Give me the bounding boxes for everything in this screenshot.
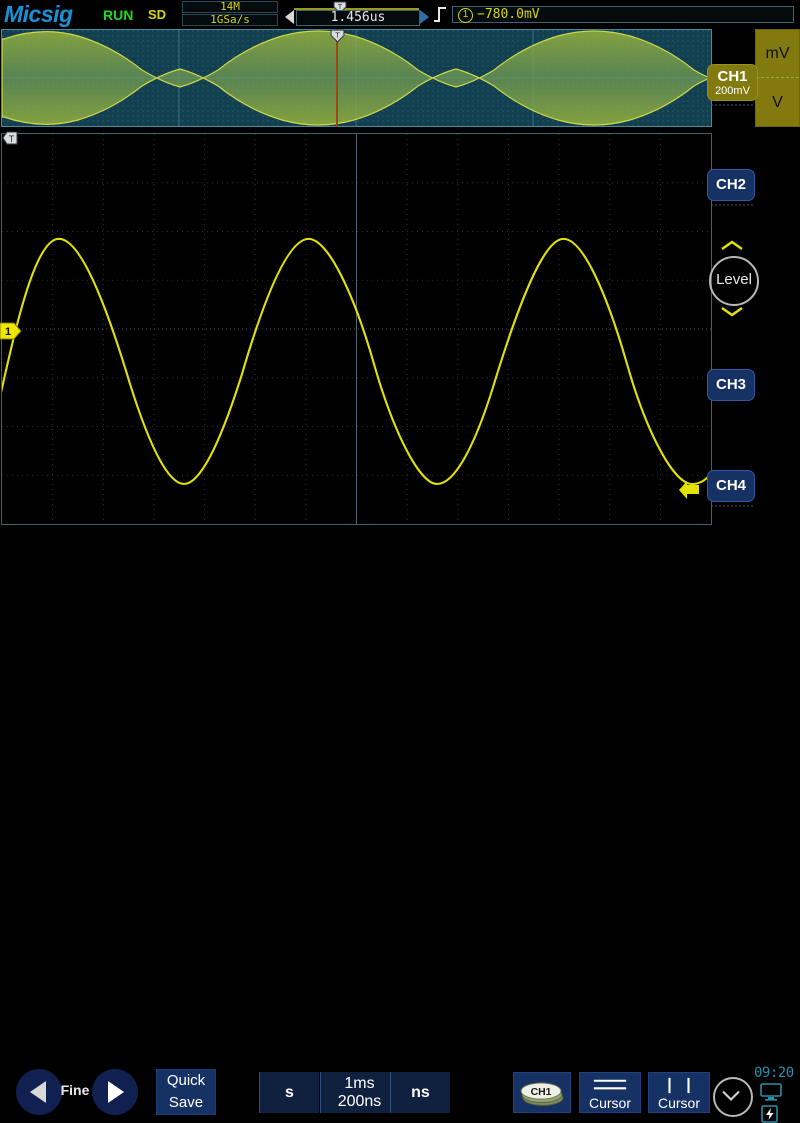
unit-selector-column[interactable]: mV V [755, 29, 800, 127]
brand-logo: Micsig [4, 1, 73, 28]
overview-waveform [2, 30, 711, 126]
svg-text:T: T [335, 31, 340, 40]
timebase-sub-value: 200ns [321, 1093, 398, 1111]
chevron-down-circle-icon [715, 1079, 747, 1111]
left-triangle-icon [16, 1069, 62, 1115]
ch2-divider [710, 204, 754, 206]
system-clock: 09:20 [754, 1065, 794, 1081]
monitor-icon[interactable] [760, 1083, 782, 1101]
vertical-cursor-label: Cursor [649, 1095, 709, 1111]
channel1-ground-marker[interactable]: 1 [0, 321, 22, 341]
rising-edge-icon[interactable] [432, 5, 448, 23]
prev-button[interactable] [16, 1069, 62, 1115]
unit-v-button[interactable]: V [756, 79, 799, 127]
trigger-level-knob[interactable]: Level [709, 256, 759, 306]
quick-save-button[interactable]: Quick Save [156, 1069, 216, 1115]
fine-label: Fine [57, 1082, 93, 1098]
grid-trigger-marker-icon[interactable]: T [2, 131, 18, 146]
memory-info-group[interactable]: 14M 1GSa/s [182, 1, 278, 27]
unit-mv-button[interactable]: mV [756, 30, 799, 78]
expand-menu-button[interactable] [713, 1077, 753, 1117]
ch1-divider [710, 104, 754, 106]
channel-button-ch2[interactable]: CH2 [707, 169, 755, 201]
svg-text:CH1: CH1 [531, 1087, 552, 1098]
timebase-unit-ns-button[interactable]: ns [390, 1072, 450, 1113]
chevron-down-icon[interactable] [720, 306, 744, 317]
channel-position-arrow-icon[interactable] [678, 481, 700, 501]
storage-label: SD [148, 7, 166, 22]
channel-button-ch3[interactable]: CH3 [707, 369, 755, 401]
horizontal-cursor-icon [580, 1076, 640, 1095]
time-position-value: 1.456us [296, 10, 420, 26]
horizontal-cursor-label: Cursor [580, 1095, 640, 1111]
right-triangle-icon [92, 1069, 138, 1115]
timebase-value-button[interactable]: 1ms 200ns [320, 1072, 398, 1113]
time-position-prev-button[interactable] [285, 10, 294, 24]
overview-trigger-line [336, 29, 338, 127]
oscilloscope-screen: Micsig RUN SD 14M 1GSa/s T 1.456us 1 −78… [0, 0, 800, 600]
battery-charging-icon[interactable] [760, 1105, 780, 1123]
trigger-level-box[interactable]: 1 −780.0mV [452, 6, 794, 23]
quick-save-line1: Quick [157, 1070, 215, 1092]
quick-save-line2: Save [157, 1092, 215, 1114]
top-status-bar: Micsig RUN SD 14M 1GSa/s T 1.456us 1 −78… [0, 0, 800, 28]
memory-depth-value: 14M [182, 1, 278, 13]
run-status: RUN [103, 7, 133, 23]
trigger-channel-number: 1 [458, 8, 473, 23]
waveform-plot [2, 134, 711, 524]
svg-text:1: 1 [5, 326, 11, 338]
next-button[interactable] [92, 1069, 138, 1115]
timebase-unit-s-button[interactable]: s [259, 1072, 319, 1113]
ch1-label: CH1 [708, 68, 757, 85]
channel-button-ch1[interactable]: CH1 200mV [707, 64, 758, 101]
ch4-divider [710, 505, 754, 507]
overview-trigger-marker-icon[interactable]: T [330, 29, 345, 43]
channel-stack-button[interactable]: CH1 [513, 1072, 571, 1113]
main-waveform-grid[interactable] [1, 133, 712, 525]
ch1-scale-value: 200mV [708, 85, 757, 97]
horizontal-cursor-button[interactable]: Cursor [579, 1072, 641, 1113]
bottom-toolbar: Fine Quick Save s 1ms 200ns ns CH1 [0, 527, 800, 600]
vertical-cursor-icon [649, 1076, 709, 1095]
channel-button-ch4[interactable]: CH4 [707, 470, 755, 502]
trigger-level-value: −780.0mV [477, 7, 540, 22]
svg-text:T: T [9, 134, 15, 144]
timebase-main-value: 1ms [321, 1075, 398, 1093]
time-position-next-button[interactable] [420, 10, 429, 24]
vertical-cursor-button[interactable]: Cursor [648, 1072, 710, 1113]
chevron-up-icon[interactable] [720, 240, 744, 251]
sample-rate-value: 1GSa/s [182, 14, 278, 26]
channel-stack-icon: CH1 [514, 1073, 570, 1112]
waveform-overview-panel[interactable] [1, 29, 712, 127]
